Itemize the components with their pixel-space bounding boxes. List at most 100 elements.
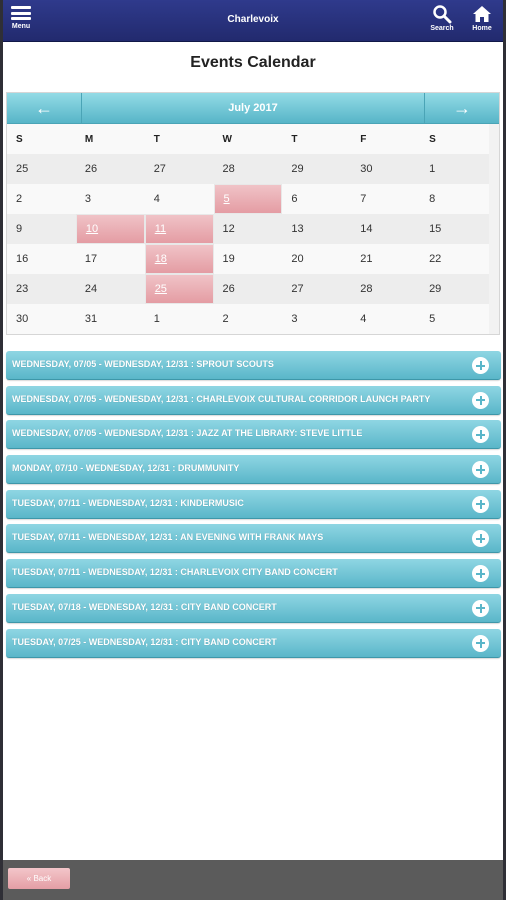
event-item[interactable]: TUESDAY, 07/11 - WEDNESDAY, 12/31 : CHAR… <box>6 559 501 589</box>
arrow-right-icon: → <box>453 97 471 118</box>
calendar-day: 8 <box>420 184 489 214</box>
calendar-day: 19 <box>213 244 283 274</box>
expand-plus-icon[interactable] <box>472 426 489 444</box>
calendar-day: 5 <box>420 304 489 334</box>
calendar-day: 4 <box>144 184 214 214</box>
calendar-day: 27 <box>282 274 352 304</box>
calendar-day: 14 <box>351 214 421 244</box>
event-item[interactable]: TUESDAY, 07/11 - WEDNESDAY, 12/31 : KIND… <box>6 489 501 519</box>
calendar-day: 23 <box>7 274 76 304</box>
event-title: MONDAY, 07/10 - WEDNESDAY, 12/31 : DRUMM… <box>12 463 240 474</box>
calendar-day: 28 <box>351 274 421 304</box>
day-of-week-label: T <box>282 124 352 154</box>
expand-plus-icon[interactable] <box>472 530 489 548</box>
page-title: Events Calendar <box>190 54 316 71</box>
day-of-week-label: M <box>75 124 145 154</box>
event-title: WEDNESDAY, 07/05 - WEDNESDAY, 12/31 : JA… <box>12 428 363 439</box>
calendar-day: 1 <box>144 304 214 334</box>
calendar-day: 31 <box>75 304 145 334</box>
expand-plus-icon[interactable] <box>472 599 489 617</box>
expand-plus-icon[interactable] <box>472 461 489 479</box>
calendar-week-row: 16 17 18 19 20 21 22 <box>7 244 499 274</box>
expand-plus-icon[interactable] <box>472 357 489 374</box>
calendar-day: 30 <box>351 154 421 184</box>
event-title: WEDNESDAY, 07/05 - WEDNESDAY, 12/31 : CH… <box>12 393 431 404</box>
calendar-week-row: 23 24 25 26 27 28 29 <box>7 274 499 304</box>
event-item[interactable]: WEDNESDAY, 07/05 - WEDNESDAY, 12/31 : JA… <box>6 420 501 450</box>
calendar-day: 30 <box>7 304 76 334</box>
calendar-day: 21 <box>351 244 421 274</box>
expand-plus-icon[interactable] <box>472 391 489 409</box>
calendar-day: 29 <box>420 274 489 304</box>
calendar-day-event[interactable]: 10 <box>75 214 145 244</box>
footer-bar: « Back <box>0 860 506 900</box>
calendar-day: 16 <box>7 244 76 274</box>
calendar-day: 4 <box>351 304 421 334</box>
calendar-week-row: 25 26 27 28 29 30 1 <box>7 154 499 184</box>
event-title: TUESDAY, 07/11 - WEDNESDAY, 12/31 : AN E… <box>12 532 324 543</box>
calendar-day: 29 <box>282 154 352 184</box>
day-of-week-label: W <box>213 124 283 154</box>
expand-plus-icon[interactable] <box>472 634 489 652</box>
event-title: TUESDAY, 07/18 - WEDNESDAY, 12/31 : CITY… <box>12 601 277 612</box>
expand-plus-icon[interactable] <box>472 565 489 583</box>
prev-month-button[interactable]: ← <box>7 93 82 123</box>
calendar-day-event[interactable]: 25 <box>144 274 214 304</box>
event-item[interactable]: TUESDAY, 07/25 - WEDNESDAY, 12/31 : CITY… <box>6 628 501 658</box>
expand-plus-icon[interactable] <box>472 495 489 513</box>
calendar-week-row: 30 31 1 2 3 4 5 <box>7 304 499 334</box>
event-title: TUESDAY, 07/11 - WEDNESDAY, 12/31 : KIND… <box>12 497 244 508</box>
calendar-day-event[interactable]: 5 <box>213 184 283 214</box>
day-of-week-label: T <box>144 124 214 154</box>
event-item[interactable]: WEDNESDAY, 07/05 - WEDNESDAY, 12/31 : SP… <box>6 351 501 380</box>
calendar-grid: S M T W T F S 25 26 27 28 29 30 1 2 3 4 5 6 7 8 9 10 11 12 13 14 15… <box>7 124 499 334</box>
calendar-day: 12 <box>213 214 283 244</box>
search-icon <box>433 5 452 24</box>
calendar-day: 26 <box>75 154 145 184</box>
event-title: TUESDAY, 07/25 - WEDNESDAY, 12/31 : CITY… <box>12 636 277 647</box>
calendar-day: 6 <box>282 184 352 214</box>
calendar-day: 26 <box>213 274 283 304</box>
calendar-day: 13 <box>282 214 352 244</box>
day-of-week-label: S <box>420 124 489 154</box>
calendar-day: 7 <box>351 184 421 214</box>
events-list: WEDNESDAY, 07/05 - WEDNESDAY, 12/31 : SP… <box>6 351 501 663</box>
calendar-day: 2 <box>7 184 76 214</box>
event-item[interactable]: MONDAY, 07/10 - WEDNESDAY, 12/31 : DRUMM… <box>6 455 501 485</box>
calendar-day: 3 <box>75 184 145 214</box>
app-header: Menu Charlevoix Search Home <box>0 0 506 42</box>
calendar-day: 27 <box>144 154 214 184</box>
day-of-week-label: F <box>351 124 421 154</box>
calendar-header: ← July 2017 → <box>7 93 499 124</box>
search-label: Search <box>430 25 454 32</box>
day-of-week-label: S <box>7 124 76 154</box>
calendar-day: 25 <box>7 154 76 184</box>
home-label: Home <box>472 25 492 32</box>
event-title: WEDNESDAY, 07/05 - WEDNESDAY, 12/31 : SP… <box>12 359 274 369</box>
next-month-button[interactable]: → <box>424 93 499 123</box>
day-of-week-row: SMTWTFS <box>7 124 499 154</box>
calendar-day-event[interactable]: 18 <box>144 244 214 274</box>
calendar-day: 28 <box>213 154 283 184</box>
calendar-day: 24 <box>75 274 145 304</box>
event-item[interactable]: WEDNESDAY, 07/05 - WEDNESDAY, 12/31 : CH… <box>6 385 501 415</box>
calendar-day: 1 <box>420 154 489 184</box>
home-button[interactable]: Home <box>462 4 502 38</box>
calendar-day: 3 <box>282 304 352 334</box>
calendar-week-row: 2345678 <box>7 184 499 214</box>
calendar-day: 17 <box>75 244 145 274</box>
calendar-week-row: 9 10 11 12 13 14 15 <box>7 214 499 244</box>
calendar-day: 15 <box>420 214 489 244</box>
calendar-day-event[interactable]: 11 <box>144 214 214 244</box>
home-icon <box>473 6 491 22</box>
search-button[interactable]: Search <box>422 4 462 38</box>
calendar-day: 2 <box>213 304 283 334</box>
calendar-month-label: July 2017 <box>228 102 278 114</box>
calendar-day: 22 <box>420 244 489 274</box>
calendar-day: 20 <box>282 244 352 274</box>
back-button[interactable]: « Back <box>8 868 70 889</box>
event-item[interactable]: TUESDAY, 07/18 - WEDNESDAY, 12/31 : CITY… <box>6 593 501 623</box>
events-calendar: ← July 2017 → S M T W T F S 25 26 27 28 29 30 1 2 3 4 5 6 7… <box>6 92 500 335</box>
event-item[interactable]: TUESDAY, 07/11 - WEDNESDAY, 12/31 : AN E… <box>6 524 501 554</box>
event-title: TUESDAY, 07/11 - WEDNESDAY, 12/31 : CHAR… <box>12 567 338 578</box>
